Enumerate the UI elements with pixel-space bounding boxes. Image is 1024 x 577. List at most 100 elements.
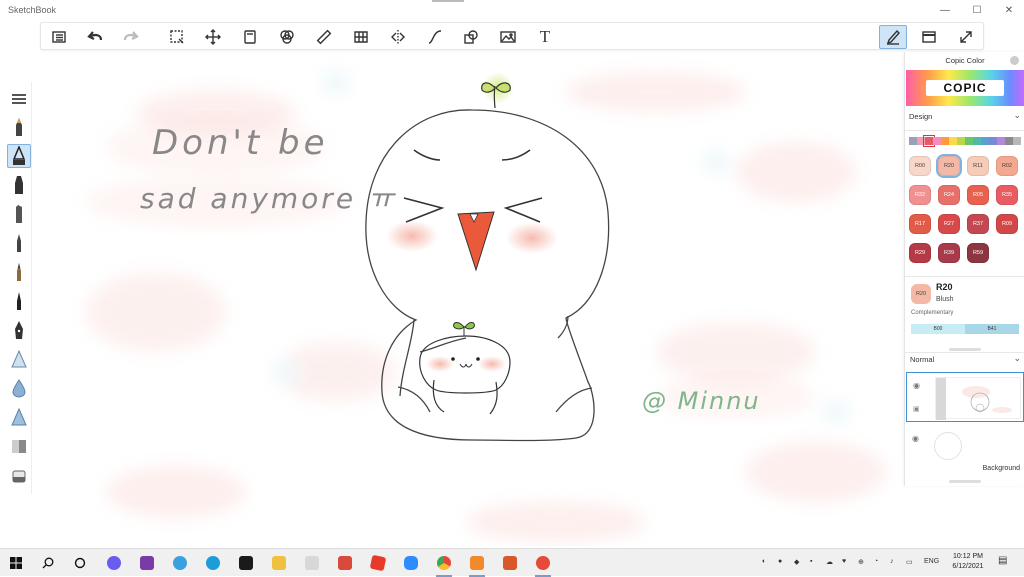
- game-app-icon[interactable]: [335, 553, 355, 573]
- paintbrush-icon[interactable]: [7, 260, 31, 284]
- text-icon[interactable]: T: [533, 25, 557, 49]
- airbrush-icon[interactable]: [7, 347, 31, 371]
- layer-icon[interactable]: [238, 25, 262, 49]
- color-family-chip[interactable]: [933, 137, 941, 145]
- color-family-chip[interactable]: [941, 137, 949, 145]
- ruler-icon[interactable]: [312, 25, 336, 49]
- wifi-icon[interactable]: ◔: [874, 558, 878, 565]
- pencil-brush-icon[interactable]: [7, 115, 31, 139]
- maximize-button[interactable]: ☐: [962, 0, 992, 20]
- select-icon[interactable]: [165, 25, 189, 49]
- edge-icon[interactable]: [203, 553, 223, 573]
- curve-icon[interactable]: [423, 25, 447, 49]
- color-swatch-r09[interactable]: R09: [996, 214, 1018, 234]
- color-set-dropdown[interactable]: Design ⌄: [909, 110, 1021, 124]
- color-swatch-r35[interactable]: R35: [996, 185, 1018, 205]
- smudge-brush-icon[interactable]: [7, 376, 31, 400]
- color-family-chip[interactable]: [981, 137, 989, 145]
- fill-brush-icon[interactable]: [7, 434, 31, 458]
- color-swatch-r37[interactable]: R37: [967, 214, 989, 234]
- fullscreen-icon[interactable]: [954, 25, 978, 49]
- color-family-chip[interactable]: [957, 137, 965, 145]
- panel-resize-handle[interactable]: [949, 348, 981, 351]
- battery-icon[interactable]: ▭: [906, 558, 913, 566]
- drawing-canvas[interactable]: Don't be sad anymore ㅠ @ Minnu: [36, 52, 902, 546]
- color-family-chip[interactable]: [997, 137, 1005, 145]
- panel-close-icon[interactable]: [1010, 56, 1019, 65]
- network-icon[interactable]: ⊕: [858, 558, 864, 566]
- color-family-chip[interactable]: [949, 137, 957, 145]
- fine-pen-brush-icon[interactable]: [7, 289, 31, 313]
- color-swatch-r17[interactable]: R17: [909, 214, 931, 234]
- color-family-chip[interactable]: [965, 137, 973, 145]
- color-swatch-r02[interactable]: R02: [996, 156, 1018, 176]
- color-swatch-r20[interactable]: R20: [936, 154, 962, 178]
- tray-app-icon[interactable]: ♥: [842, 558, 846, 565]
- ballpoint-brush-icon[interactable]: [7, 231, 31, 255]
- shapes-icon[interactable]: [459, 25, 483, 49]
- search-icon[interactable]: [38, 553, 58, 573]
- nib-pen-brush-icon[interactable]: [7, 318, 31, 342]
- blur-brush-icon[interactable]: [7, 405, 31, 429]
- color-swatch-r05[interactable]: R05: [967, 185, 989, 205]
- volume-icon[interactable]: ♪: [890, 558, 894, 565]
- complementary-swatch-b41[interactable]: B41: [965, 324, 1019, 334]
- sketchbook-taskbar-icon[interactable]: [533, 553, 553, 577]
- tray-app-icon[interactable]: ▪: [810, 558, 812, 565]
- terminal-icon[interactable]: [236, 553, 256, 573]
- tray-app-icon[interactable]: ◆: [794, 558, 799, 566]
- gimp-like-app-icon[interactable]: [467, 553, 487, 577]
- onenote-icon[interactable]: [137, 553, 157, 573]
- color-family-chip[interactable]: [1013, 137, 1021, 145]
- perspective-icon[interactable]: [349, 25, 373, 49]
- tray-app-icon[interactable]: ☁: [826, 558, 833, 566]
- notifications-icon[interactable]: ▤: [998, 555, 1007, 566]
- color-swatch-r29[interactable]: R29: [909, 243, 931, 263]
- color-family-chip[interactable]: [923, 135, 935, 147]
- chrome-icon[interactable]: [434, 553, 454, 577]
- roblox-icon[interactable]: [368, 553, 388, 573]
- eye-icon[interactable]: ◉: [913, 381, 920, 390]
- office-app-icon[interactable]: [500, 553, 520, 573]
- color-family-chip[interactable]: [973, 137, 981, 145]
- color-swatch-r00[interactable]: R00: [909, 156, 931, 176]
- complementary-swatch-b00[interactable]: B00: [911, 324, 965, 334]
- language-indicator[interactable]: ENG: [924, 558, 939, 565]
- tray-app-icon[interactable]: ●: [778, 558, 782, 565]
- layer-item-1[interactable]: ◉ ▣: [906, 372, 1024, 422]
- messenger-icon[interactable]: [104, 553, 124, 573]
- blend-mode-dropdown[interactable]: Normal ⌄: [909, 353, 1021, 366]
- transform-icon[interactable]: [201, 25, 225, 49]
- windows-start-icon[interactable]: [6, 553, 26, 573]
- minimize-button[interactable]: —: [930, 0, 960, 20]
- zoom-icon[interactable]: [401, 553, 421, 573]
- color-swatch-r32[interactable]: R32: [909, 185, 931, 205]
- list-icon[interactable]: [47, 25, 71, 49]
- tray-app-icon[interactable]: ◐: [762, 558, 766, 565]
- marker-brush-icon[interactable]: [7, 173, 31, 197]
- task-view-icon[interactable]: [70, 553, 90, 573]
- color-icon[interactable]: [275, 25, 299, 49]
- eraser-brush-icon[interactable]: [7, 463, 31, 487]
- color-swatch-r39[interactable]: R39: [938, 243, 960, 263]
- chisel-marker-brush-icon[interactable]: [7, 202, 31, 226]
- inking-pen-brush-icon[interactable]: [7, 144, 31, 168]
- color-family-strip[interactable]: [909, 135, 1021, 147]
- color-swatch-r27[interactable]: R27: [938, 214, 960, 234]
- system-clock[interactable]: 10:12 PM 6/12/2021: [944, 552, 992, 572]
- file-explorer-icon[interactable]: [269, 553, 289, 573]
- symmetry-icon[interactable]: [386, 25, 410, 49]
- color-swatch-r11[interactable]: R11: [967, 156, 989, 176]
- panel-bottom-handle[interactable]: [949, 480, 981, 483]
- color-family-chip[interactable]: [909, 137, 917, 145]
- color-family-chip[interactable]: [917, 137, 925, 145]
- lock-icon[interactable]: ▣: [913, 405, 920, 413]
- color-family-chip[interactable]: [989, 137, 997, 145]
- image-icon[interactable]: [496, 25, 520, 49]
- internet-explorer-icon[interactable]: [170, 553, 190, 573]
- undo-icon[interactable]: [83, 25, 107, 49]
- close-button[interactable]: ✕: [994, 0, 1024, 20]
- color-swatch-r59[interactable]: R59: [967, 243, 989, 263]
- brush-panel-icon[interactable]: [879, 25, 907, 49]
- kakaotalk-icon[interactable]: [302, 553, 322, 573]
